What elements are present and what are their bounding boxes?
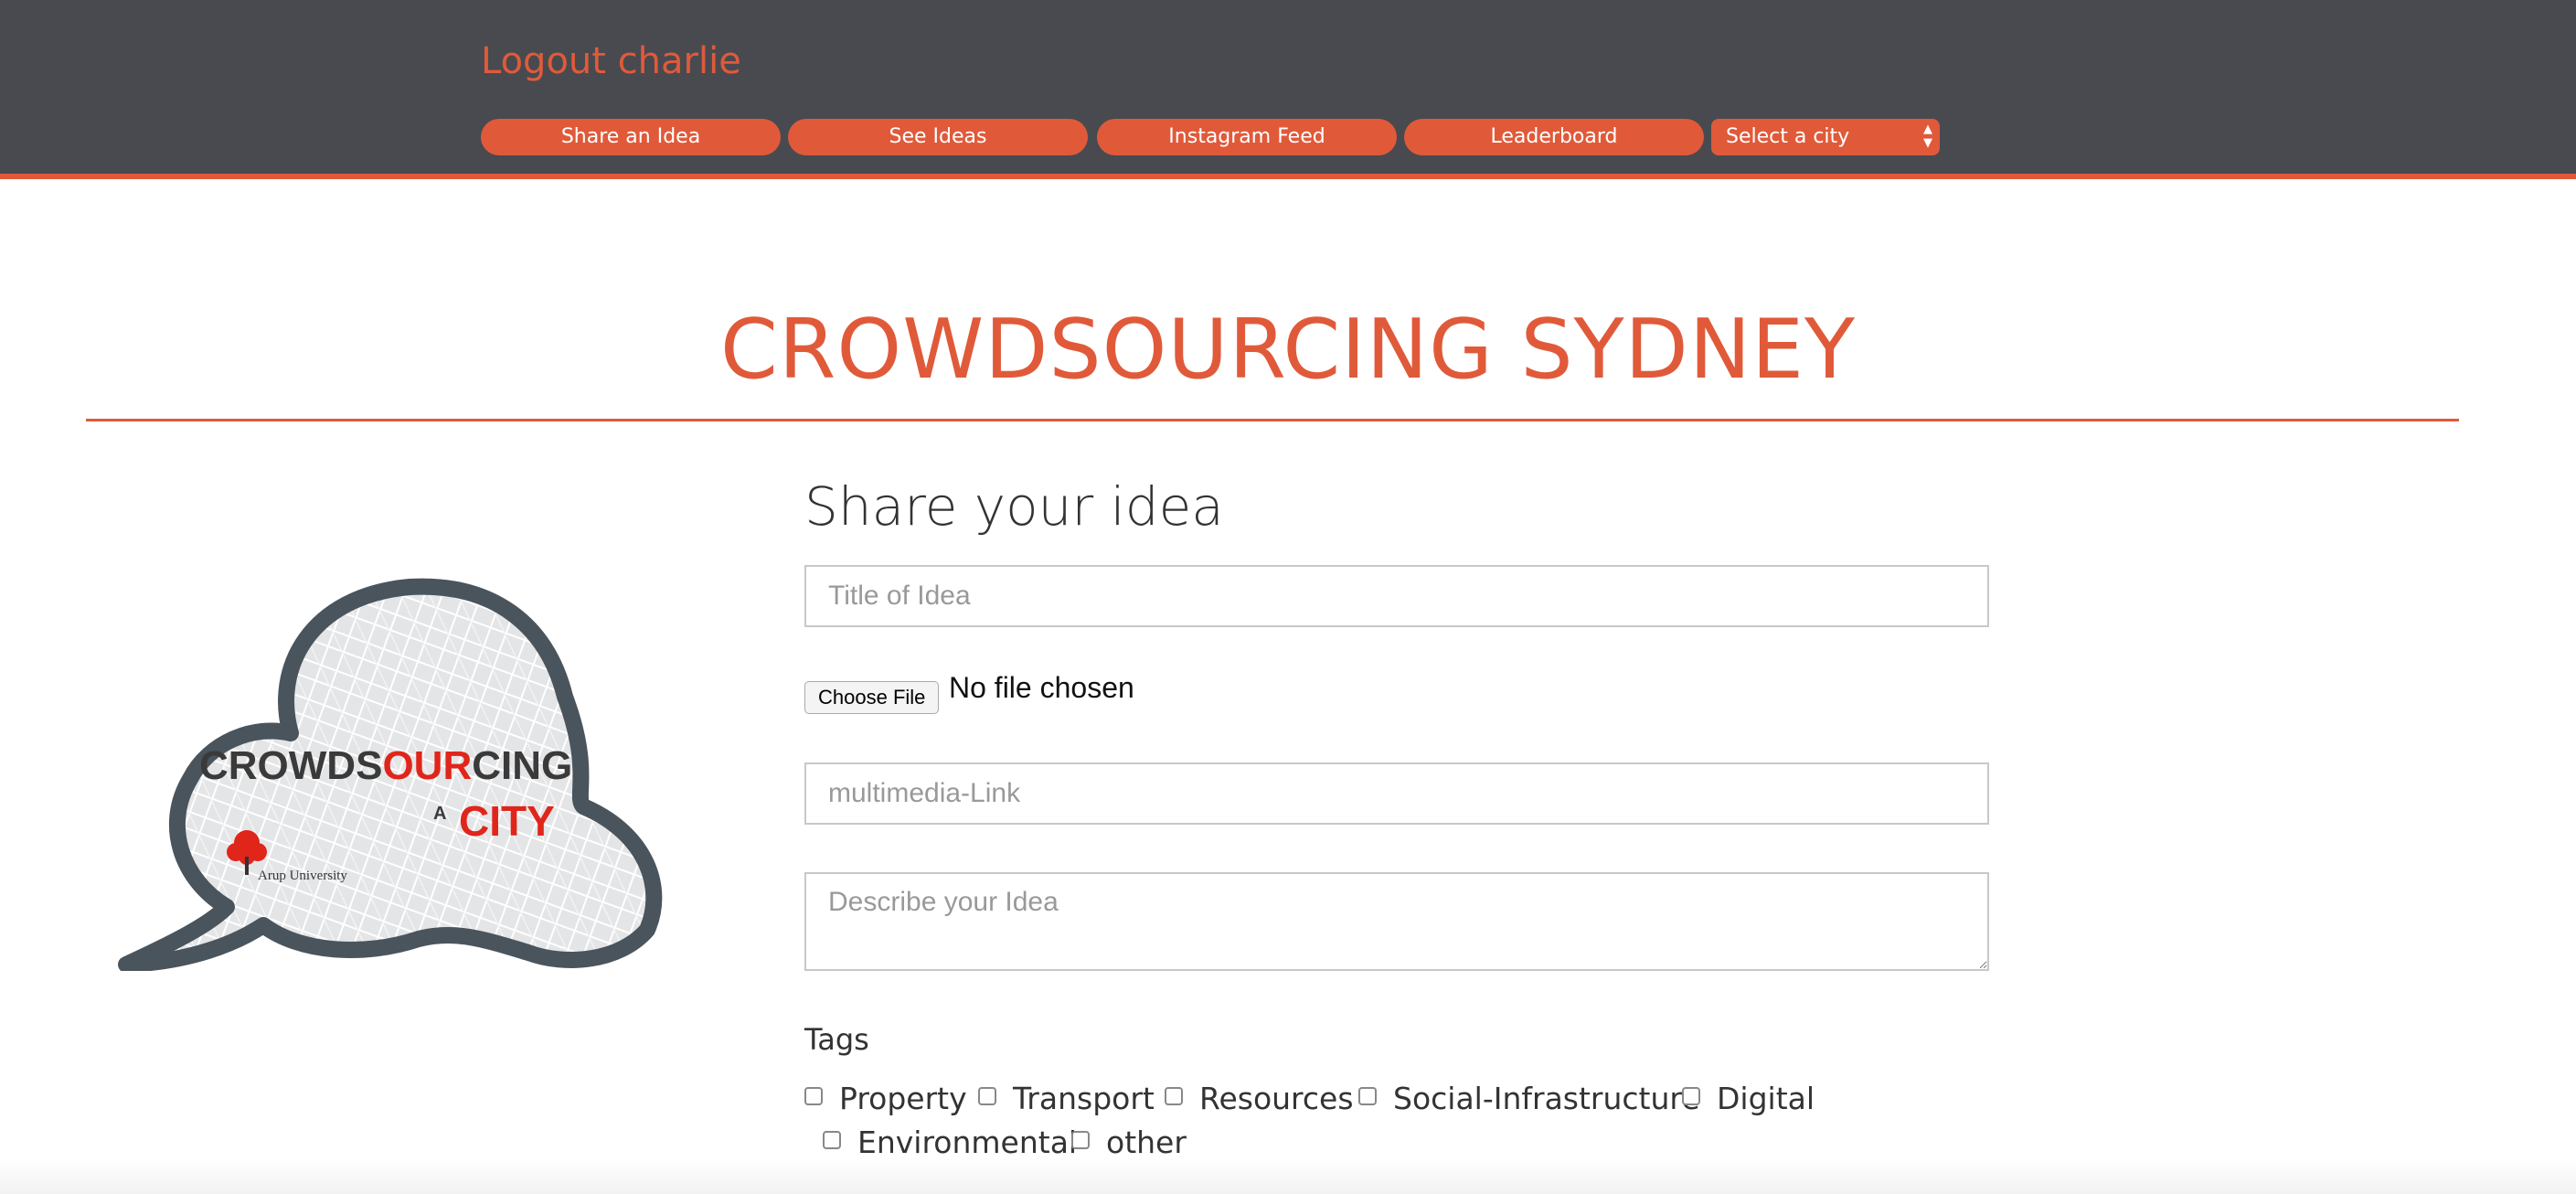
svg-text:CROWDSOURCING: CROWDSOURCING xyxy=(199,743,572,788)
idea-description-textarea[interactable] xyxy=(804,872,1989,971)
nav-leaderboard-button[interactable]: Leaderboard xyxy=(1404,119,1704,155)
choose-file-button[interactable]: Choose File xyxy=(804,681,940,714)
idea-title-input[interactable] xyxy=(804,565,1989,627)
logo-word-city: CITY xyxy=(459,797,555,845)
tag-property[interactable]: Property xyxy=(804,1081,967,1116)
tag-resources-checkbox[interactable] xyxy=(1165,1086,1183,1105)
tag-resources[interactable]: Resources xyxy=(1165,1081,1354,1116)
tag-other-checkbox[interactable] xyxy=(1071,1130,1090,1149)
logo-word-crowds: CROWDS xyxy=(199,743,382,788)
logo-word-a: A xyxy=(433,804,446,824)
top-header: Logout charlie Share an Idea See Ideas I… xyxy=(0,0,2576,179)
nav-share-idea-button[interactable]: Share an Idea xyxy=(481,119,781,155)
tag-digital-checkbox[interactable] xyxy=(1682,1086,1700,1105)
tag-environmental[interactable]: Environmental xyxy=(823,1125,1077,1160)
nav-instagram-feed-button[interactable]: Instagram Feed xyxy=(1097,119,1397,155)
tag-environmental-label: Environmental xyxy=(857,1125,1078,1160)
city-select-value: Select a city xyxy=(1726,125,1850,148)
tag-transport[interactable]: Transport xyxy=(978,1081,1155,1116)
tag-transport-label: Transport xyxy=(1013,1081,1155,1116)
tag-property-label: Property xyxy=(839,1081,967,1116)
tag-other[interactable]: other xyxy=(1071,1125,1187,1160)
title-divider xyxy=(86,419,2459,421)
logo-word-our: OUR xyxy=(382,743,472,788)
tag-digital-label: Digital xyxy=(1717,1081,1815,1116)
nav-see-ideas-button[interactable]: See Ideas xyxy=(788,119,1088,155)
tag-social-infrastructure-label: Social-Infrastructure xyxy=(1393,1081,1700,1116)
tag-social-infrastructure-checkbox[interactable] xyxy=(1358,1086,1377,1105)
crowdsourcing-city-logo: CROWDSOURCING A CITY Arup University xyxy=(108,578,684,973)
tag-other-label: other xyxy=(1106,1125,1187,1160)
bottom-scroll-fade xyxy=(0,1157,2576,1194)
form-heading: Share your idea xyxy=(804,475,1224,538)
file-status-text: No file chosen xyxy=(949,671,1134,704)
logout-link[interactable]: Logout charlie xyxy=(481,40,741,82)
tag-digital[interactable]: Digital xyxy=(1682,1081,1815,1116)
tag-environmental-checkbox[interactable] xyxy=(823,1130,841,1149)
tag-property-checkbox[interactable] xyxy=(804,1086,823,1105)
updown-arrows-icon: ▲ ▼ xyxy=(1923,123,1932,150)
tag-transport-checkbox[interactable] xyxy=(978,1086,996,1105)
tag-social-infrastructure[interactable]: Social-Infrastructure xyxy=(1358,1081,1700,1116)
city-select[interactable]: Select a city ▲ ▼ xyxy=(1711,119,1940,155)
page-title: CROWDSOURCING SYDNEY xyxy=(719,302,1857,398)
tag-resources-label: Resources xyxy=(1199,1081,1354,1116)
tags-label: Tags xyxy=(804,1022,869,1057)
logo-word-cing: CING xyxy=(472,743,572,788)
multimedia-link-input[interactable] xyxy=(804,762,1989,825)
logo-org-name: Arup University xyxy=(258,869,347,883)
